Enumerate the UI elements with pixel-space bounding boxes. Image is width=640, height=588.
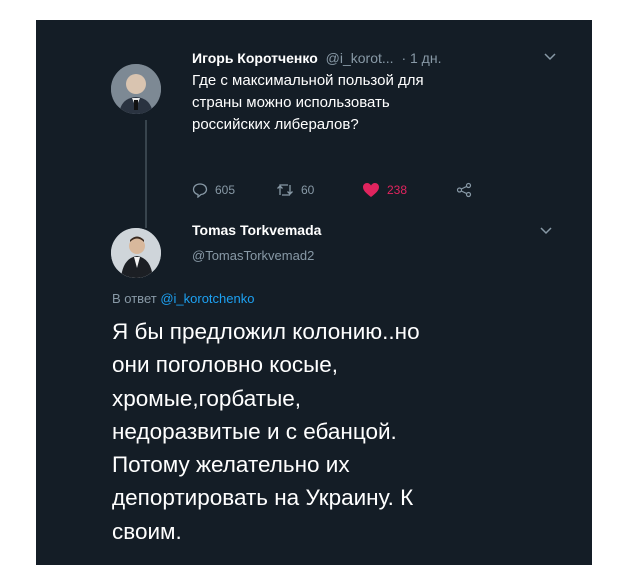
reply-to-prefix: В ответ — [112, 291, 157, 306]
tweet1-text-line: Где с максимальной пользой для — [192, 72, 424, 89]
reply-count: 605 — [215, 183, 236, 197]
tweet1-text-line: страны можно использовать — [192, 94, 390, 111]
retweet-icon — [277, 184, 293, 196]
reply-to-handle-link[interactable]: @i_korotchenko — [160, 291, 254, 306]
like-count: 238 — [387, 183, 408, 197]
tweet1-author-name[interactable]: Игорь Коротченко — [192, 50, 318, 66]
tweet2-text-line: Я бы предложил колонию..но — [112, 319, 420, 344]
avatar-photo-icon — [111, 228, 161, 278]
tweet2-text-line: депортировать на Украину. К — [112, 485, 414, 511]
tweet2-author-name[interactable]: Tomas Torkvemada — [192, 222, 321, 238]
reply-to-line: В ответ @i_korotchenko — [112, 291, 254, 306]
share-button[interactable] — [456, 182, 472, 198]
reply-button[interactable]: 605 — [192, 182, 235, 198]
thread-connector-line — [145, 120, 147, 228]
avatar-photo-icon — [111, 64, 161, 114]
retweet-count: 60 — [301, 183, 315, 197]
twitter-thread-screenshot: Игорь Коротченко @i_korot... · 1 дн. Где… — [36, 20, 592, 565]
tweet1-text-line: российских либералов? — [192, 116, 359, 133]
like-button[interactable]: 238 — [362, 182, 407, 198]
tweet2-text-line: недоразвитые и с ебанцой. — [112, 418, 397, 444]
tweet2-text-line: своим. — [112, 518, 182, 544]
tweet1-author-handle[interactable]: @i_korot... — [326, 50, 394, 66]
tweet2-text: Я бы предложил колонию..но они поголовно… — [112, 315, 572, 548]
tweet1-timestamp[interactable]: · 1 дн. — [401, 50, 441, 66]
tweet1-header: Игорь Коротченко @i_korot... · 1 дн. — [192, 50, 441, 66]
tweet1-text: Где с максимальной пользой для страны мо… — [192, 70, 492, 136]
tweet2-text-line: Потому желательно их — [112, 452, 350, 478]
share-icon — [456, 182, 472, 198]
tweet2-author-handle[interactable]: @TomasTorkvemad2 — [192, 248, 314, 263]
tweet2-text-line: хромые,горбатые, — [112, 385, 302, 411]
tweet2-text-line: они поголовно косые, — [112, 352, 339, 378]
chevron-down-icon[interactable] — [540, 224, 552, 238]
retweet-button[interactable]: 60 — [276, 183, 314, 197]
comment-icon — [192, 183, 208, 198]
heart-icon — [363, 183, 379, 197]
avatar[interactable] — [111, 228, 161, 278]
avatar[interactable] — [111, 64, 161, 114]
chevron-down-icon[interactable] — [544, 50, 556, 64]
